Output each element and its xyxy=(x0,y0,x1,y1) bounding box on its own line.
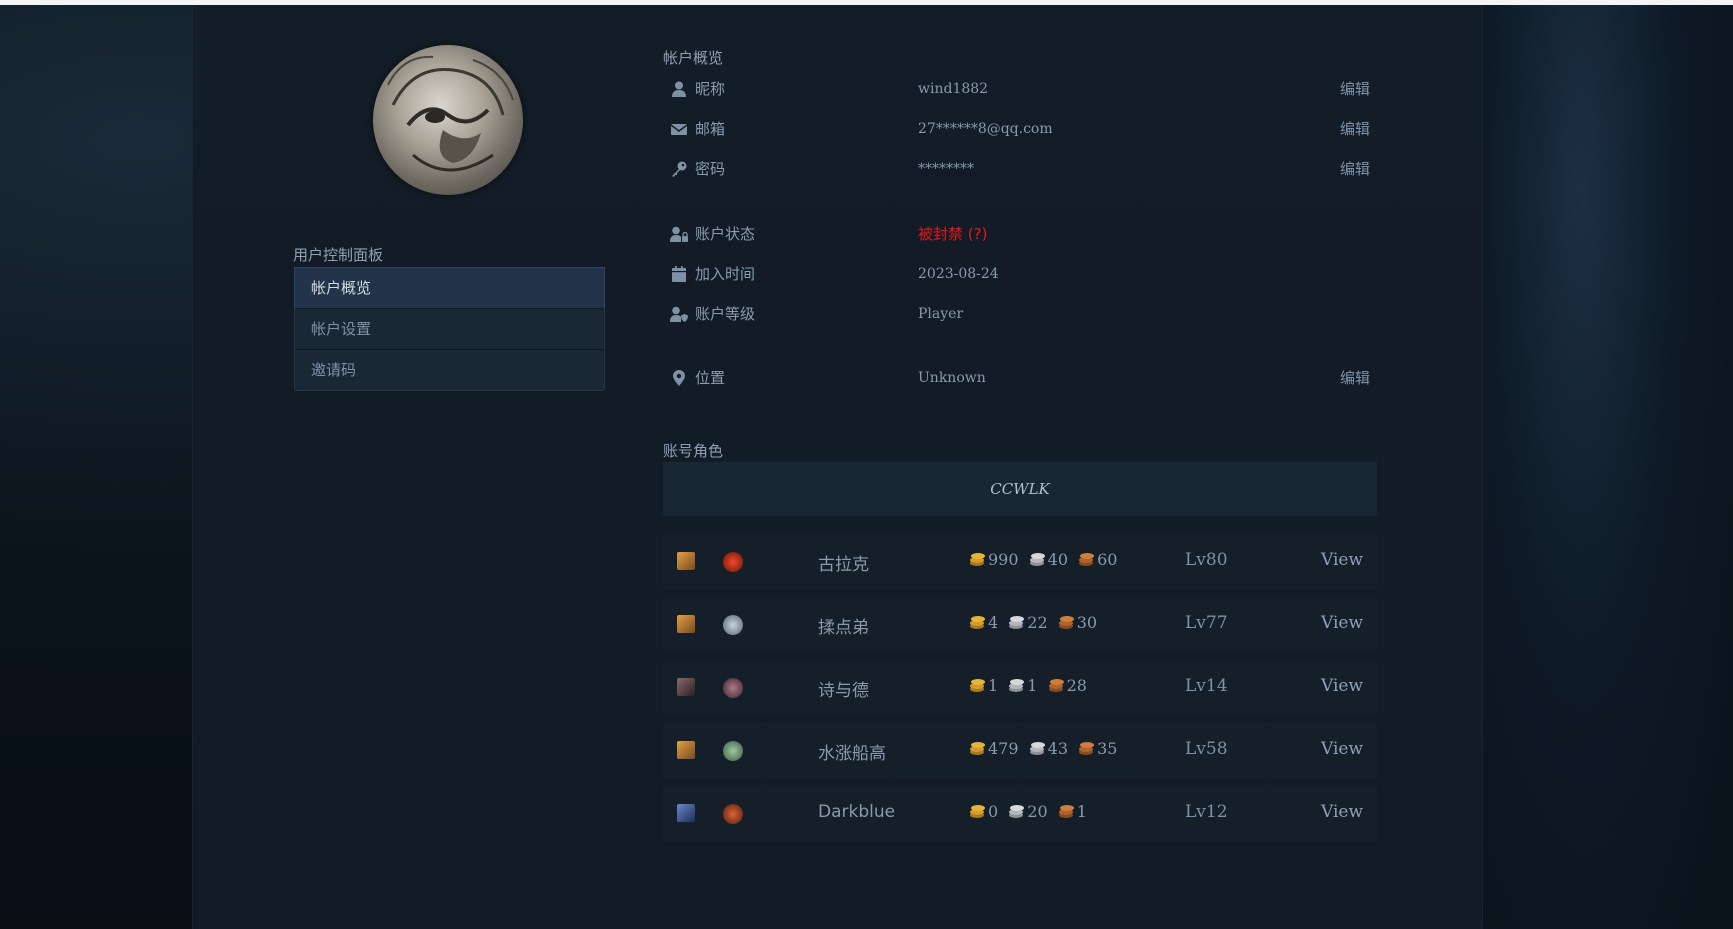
view-character-link[interactable]: View xyxy=(1321,739,1363,759)
joined-row: 加入时间 2023-08-24 xyxy=(670,262,1370,286)
view-character-link[interactable]: View xyxy=(1321,613,1363,633)
race-portrait-icon xyxy=(677,804,695,822)
silver-coin-icon xyxy=(1009,616,1025,629)
silver-coin-icon xyxy=(1009,679,1025,692)
sidebar-item-invite-code[interactable]: 邀请码 xyxy=(295,349,604,390)
email-value: 27******8@qq.com xyxy=(918,121,1053,137)
race-portrait-icon xyxy=(677,615,695,633)
class-emblem-icon xyxy=(723,615,743,635)
character-level: Lv12 xyxy=(1185,802,1228,822)
edit-nickname-link[interactable]: 编辑 xyxy=(1340,77,1370,101)
level-value: Player xyxy=(918,306,964,322)
view-character-link[interactable]: View xyxy=(1321,802,1363,822)
silver-coin-icon xyxy=(1009,805,1025,818)
password-row: 密码 ******** 编辑 xyxy=(670,157,1370,181)
location-value: Unknown xyxy=(918,370,986,386)
character-level: Lv77 xyxy=(1185,613,1228,633)
gold-coin-icon xyxy=(970,553,985,566)
gold-coin-icon xyxy=(970,742,985,755)
copper-coin-icon xyxy=(1058,805,1074,818)
gold-coin-icon xyxy=(970,679,985,692)
silver-coin-icon xyxy=(1029,742,1045,755)
email-row: 邮箱 27******8@qq.com 编辑 xyxy=(670,117,1370,141)
sidebar-item-settings[interactable]: 帐户设置 xyxy=(295,308,604,349)
location-label: 位置 xyxy=(695,369,726,387)
gold-coin-icon xyxy=(970,805,985,818)
envelope-icon xyxy=(670,124,688,135)
class-emblem-icon xyxy=(723,552,743,572)
avatar-portrait-icon xyxy=(387,55,514,172)
password-label: 密码 xyxy=(695,160,726,178)
status-label: 账户状态 xyxy=(695,225,756,243)
map-pin-icon xyxy=(673,370,685,386)
user-lock-icon xyxy=(670,226,688,242)
copper-coin-icon xyxy=(1058,616,1074,629)
calendar-icon xyxy=(672,266,686,282)
character-row[interactable]: Darkblue 0 20 1 Lv12 View xyxy=(663,785,1377,842)
overview-title: 帐户概览 xyxy=(663,49,724,67)
user-icon xyxy=(672,81,686,97)
character-level: Lv58 xyxy=(1185,739,1228,759)
level-label: 账户等级 xyxy=(695,305,756,323)
character-name: 诗与德 xyxy=(818,681,869,701)
status-value-banned[interactable]: 被封禁 (?) xyxy=(918,222,987,246)
view-character-link[interactable]: View xyxy=(1321,676,1363,696)
key-icon xyxy=(672,161,687,177)
character-row[interactable]: 诗与德 1 1 28 Lv14 View xyxy=(663,659,1377,716)
email-label: 邮箱 xyxy=(695,120,726,138)
realm-header: CCWLK xyxy=(663,462,1377,516)
gold-coin-icon xyxy=(970,616,985,629)
class-emblem-icon xyxy=(723,741,743,761)
character-row[interactable]: 水涨船高 479 43 35 Lv58 View xyxy=(663,722,1377,779)
character-money: 479 43 35 xyxy=(968,739,1121,758)
sidebar-menu: 帐户概览 帐户设置 邀请码 xyxy=(294,267,605,391)
race-portrait-icon xyxy=(677,552,695,570)
class-emblem-icon xyxy=(723,678,743,698)
character-row[interactable]: 古拉克 990 40 60 Lv80 View xyxy=(663,533,1377,590)
character-money: 990 40 60 xyxy=(968,550,1121,569)
background-art xyxy=(1481,5,1733,929)
character-money: 4 22 30 xyxy=(968,613,1101,632)
character-name: Darkblue xyxy=(818,802,896,822)
race-portrait-icon xyxy=(677,678,695,696)
user-shield-icon xyxy=(670,306,688,322)
character-level: Lv80 xyxy=(1185,550,1228,570)
status-row: 账户状态 被封禁 (?) xyxy=(670,222,1370,246)
copper-coin-icon xyxy=(1079,553,1095,566)
edit-email-link[interactable]: 编辑 xyxy=(1340,117,1370,141)
class-emblem-icon xyxy=(723,804,743,824)
nickname-row: 昵称 wind1882 编辑 xyxy=(670,77,1370,101)
nickname-value: wind1882 xyxy=(918,81,989,97)
copper-coin-icon xyxy=(1048,679,1064,692)
character-level: Lv14 xyxy=(1185,676,1228,696)
level-row: 账户等级 Player xyxy=(670,302,1370,326)
character-name: 揉点弟 xyxy=(818,618,869,638)
copper-coin-icon xyxy=(1079,742,1095,755)
edit-password-link[interactable]: 编辑 xyxy=(1340,157,1370,181)
character-row[interactable]: 揉点弟 4 22 30 Lv77 View xyxy=(663,596,1377,653)
joined-label: 加入时间 xyxy=(695,265,756,283)
nickname-label: 昵称 xyxy=(695,80,726,98)
character-name: 水涨船高 xyxy=(818,744,886,764)
race-portrait-icon xyxy=(677,741,695,759)
characters-title: 账号角色 xyxy=(663,442,724,460)
character-money: 1 1 28 xyxy=(968,676,1091,695)
avatar[interactable] xyxy=(373,45,523,195)
sidebar-title: 用户控制面板 xyxy=(293,246,384,264)
password-value: ******** xyxy=(918,161,974,177)
character-money: 0 20 1 xyxy=(968,802,1091,821)
character-name: 古拉克 xyxy=(818,555,869,575)
joined-value: 2023-08-24 xyxy=(918,266,999,282)
view-character-link[interactable]: View xyxy=(1321,550,1363,570)
location-row: 位置 Unknown 编辑 xyxy=(670,366,1370,390)
sidebar-item-overview[interactable]: 帐户概览 xyxy=(294,267,605,309)
edit-location-link[interactable]: 编辑 xyxy=(1340,366,1370,390)
silver-coin-icon xyxy=(1029,553,1045,566)
